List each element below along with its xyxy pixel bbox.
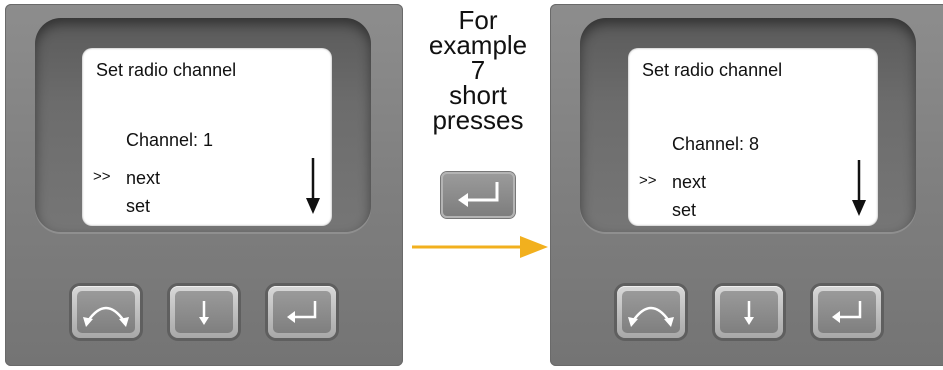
- channel-readout: Channel: 1: [126, 130, 214, 150]
- down-button[interactable]: [170, 286, 238, 338]
- selection-indicator: >>: [93, 168, 111, 185]
- lcd-screen: Set radio channel Channel: 1 >> next set: [82, 48, 332, 226]
- menu-option-set[interactable]: set: [126, 196, 150, 217]
- rotate-arrows-icon: [628, 306, 674, 327]
- down-button[interactable]: [715, 286, 783, 338]
- menu-option-next[interactable]: next: [672, 172, 706, 193]
- enter-icon: [458, 182, 499, 207]
- enter-key-illustration: [441, 172, 515, 218]
- enter-icon: [832, 301, 862, 323]
- instruction-caption: For example 7 short presses: [408, 7, 548, 135]
- enter-button[interactable]: [813, 286, 881, 338]
- screen-title: Set radio channel: [642, 60, 783, 80]
- scroll-down-arrow-icon: [852, 160, 866, 216]
- flow-arrow-icon: [412, 236, 548, 258]
- screen-title: Set radio channel: [96, 60, 237, 80]
- menu-option-next[interactable]: next: [126, 168, 160, 189]
- lcd-screen: Set radio channel Channel: 8 >> next set: [628, 48, 878, 226]
- enter-button[interactable]: [268, 286, 336, 338]
- caption-line: presses: [432, 105, 524, 135]
- rotate-arrows-icon: [83, 306, 129, 327]
- down-arrow-icon: [744, 301, 754, 325]
- left-device-panel: Set radio channel Channel: 1 >> next set: [5, 4, 403, 366]
- channel-readout: Channel: 8: [672, 134, 760, 154]
- right-device-panel: Set radio channel Channel: 8 >> next set: [550, 4, 943, 366]
- selection-indicator: >>: [639, 172, 657, 189]
- down-arrow-icon: [199, 301, 209, 325]
- menu-option-set[interactable]: set: [672, 200, 696, 221]
- rotate-button[interactable]: [72, 286, 140, 338]
- rotate-button[interactable]: [617, 286, 685, 338]
- enter-icon: [287, 301, 317, 323]
- scroll-down-arrow-icon: [306, 158, 320, 214]
